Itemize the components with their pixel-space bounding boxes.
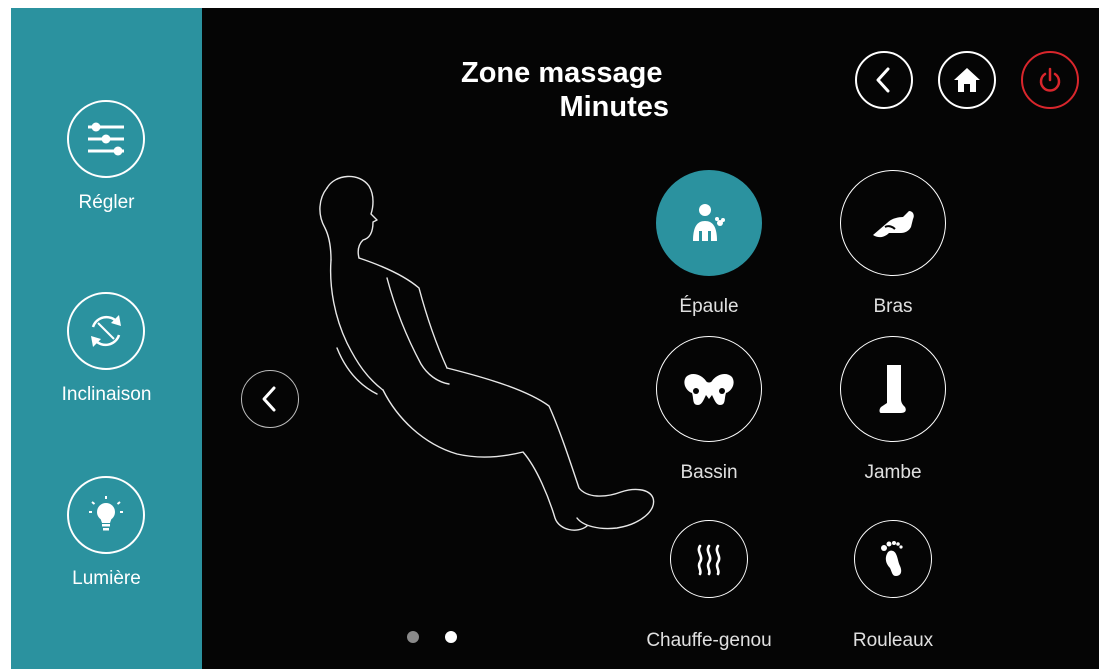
power-button[interactable]	[1021, 51, 1079, 109]
chevron-left-icon	[262, 386, 276, 412]
zone-jambe[interactable]: Jambe	[823, 336, 963, 496]
power-icon	[1039, 67, 1061, 92]
home-button[interactable]	[938, 51, 996, 109]
zone-rouleaux[interactable]: Rouleaux	[823, 520, 963, 669]
sidebar-item-label: Régler	[78, 192, 135, 213]
zone-label: Rouleaux	[852, 630, 934, 651]
page-title: Zone massage Minutes	[411, 56, 681, 124]
zone-chauffe-genou[interactable]: Chauffe-genou	[639, 520, 779, 669]
zone-label: Bassin	[680, 462, 738, 483]
sidebar-item-label: Lumière	[72, 568, 141, 589]
back-button[interactable]	[855, 51, 913, 109]
heat-icon	[670, 520, 748, 598]
leg-icon	[840, 336, 946, 442]
body-outline-figure	[319, 175, 655, 531]
sidebar: Régler Inclinaison Lumière	[11, 8, 202, 669]
recline-cycle-icon	[67, 292, 145, 370]
zone-epaule[interactable]: Épaule	[639, 170, 779, 330]
home-icon	[954, 68, 980, 92]
sliders-icon	[67, 100, 145, 178]
back-chevron-icon	[876, 67, 890, 93]
title-line-2: Minutes	[559, 91, 669, 123]
zone-label: Bras	[873, 296, 913, 317]
page-indicator	[407, 631, 467, 645]
zone-label: Jambe	[864, 462, 922, 483]
sidebar-item-label: Inclinaison	[61, 384, 152, 405]
title-line-1: Zone massage	[461, 57, 663, 89]
pelvis-icon	[656, 336, 762, 442]
zone-label: Chauffe-genou	[646, 630, 772, 651]
massage-screen: Régler Inclinaison Lumière Zone massage …	[11, 8, 1099, 669]
zone-label: Épaule	[679, 296, 739, 317]
page-dot-2-active[interactable]	[445, 631, 457, 643]
zone-bassin[interactable]: Bassin	[639, 336, 779, 496]
zone-bras[interactable]: Bras	[823, 170, 963, 330]
arm-icon	[840, 170, 946, 276]
foot-icon	[854, 520, 932, 598]
shoulder-icon	[656, 170, 762, 276]
previous-page-button[interactable]	[241, 370, 299, 428]
lightbulb-icon	[67, 476, 145, 554]
page-dot-1[interactable]	[407, 631, 419, 643]
